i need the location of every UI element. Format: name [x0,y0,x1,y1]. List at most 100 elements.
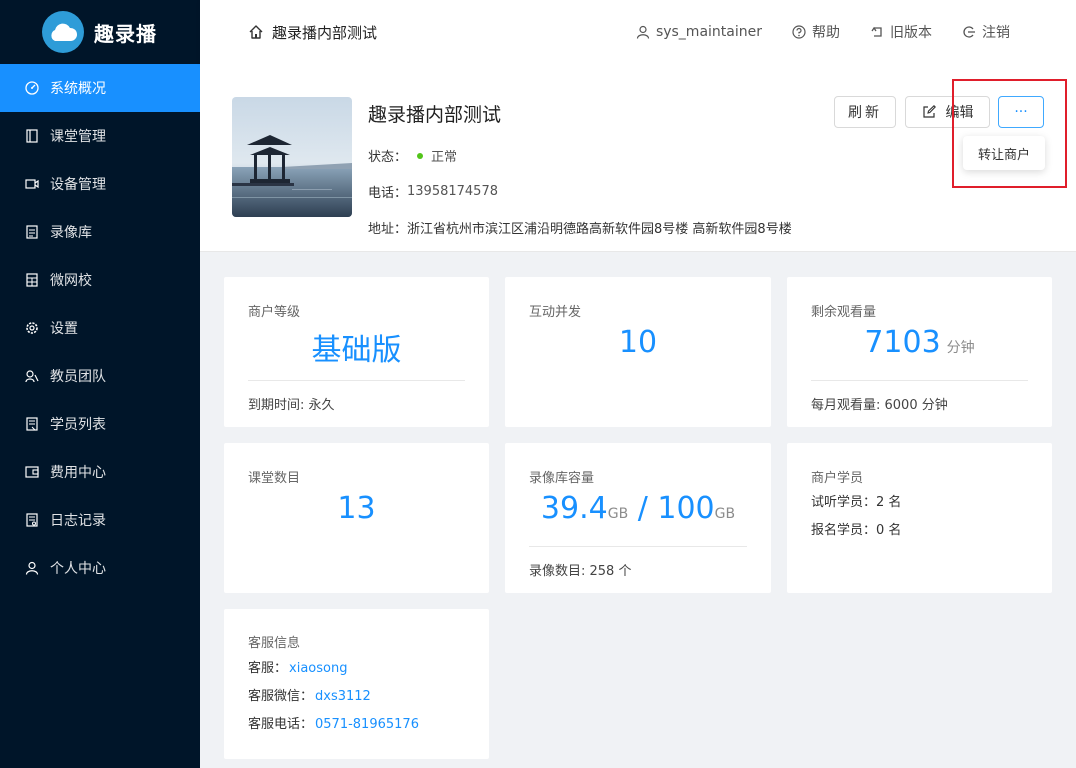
help-label: 帮助 [812,25,840,41]
service-wechat-link[interactable]: dxs3112 [315,689,371,704]
refresh-button[interactable]: 刷新 [834,96,896,128]
header-actions: sys_maintainer 帮助 旧版本 注销 [606,22,1010,42]
card-divider [811,380,1028,381]
viewing-unit: 分钟 [946,340,975,356]
book-icon [24,128,40,144]
card-concurrency: 互动并发 10 [505,277,771,427]
card-label: 互动并发 [529,305,582,320]
trial-students: 试听学员：2 名 [811,495,902,510]
sidebar-item-classroom[interactable]: 课堂管理 [0,112,200,160]
sidebar-item-label: 微网校 [50,273,92,289]
sidebar-item-label: 日志记录 [50,513,106,529]
user-icon [636,25,650,39]
more-button[interactable]: ··· [998,96,1044,128]
edit-icon [922,105,936,119]
sidebar-item-billing[interactable]: 费用中心 [0,448,200,496]
card-label: 客服信息 [248,636,301,651]
phone-value: 13958174578 [407,184,498,199]
expiry-text: 到期时间: 永久 [248,398,335,413]
classroom-count-value: 13 [337,491,376,526]
address-value: 浙江省杭州市滨江区浦沿明德路高新软件园8号楼 高新软件园8号楼 [407,222,792,237]
calculator-icon [24,272,40,288]
logout-link[interactable]: 注销 [962,22,1010,42]
page-title: 趣录播内部测试 [272,23,378,42]
recording-count-text: 录像数目: 258 个 [529,564,632,579]
sidebar-item-label: 系统概况 [50,81,106,97]
card-label: 录像库容量 [529,471,595,486]
camera-icon [24,176,40,192]
storage-used: 39.4 [540,491,608,526]
username: sys_maintainer [655,24,762,40]
merchant-status: 状态： 正常 [368,146,457,165]
service-phone: 客服电话： 0571-81965176 [248,713,419,732]
service-phone-label: 客服电话： [248,717,314,732]
sidebar-item-logs[interactable]: 日志记录 [0,496,200,544]
concurrency-value: 10 [618,325,658,360]
sidebar-item-students[interactable]: 学员列表 [0,400,200,448]
sidebar-item-label: 课堂管理 [50,129,106,145]
sidebar-item-label: 学员列表 [50,417,106,433]
user-menu[interactable]: sys_maintainer [636,24,762,40]
storage-usage: 39.4GB / 100GB [505,491,771,526]
sidebar-item-profile[interactable]: 个人中心 [0,544,200,592]
service-wechat: 客服微信： dxs3112 [248,685,371,704]
breadcrumb[interactable]: 趣录播内部测试 [248,22,377,43]
service-name: 客服： xiaosong [248,657,347,676]
user-icon [24,560,40,576]
sidebar-item-microschool[interactable]: 微网校 [0,256,200,304]
card-divider [529,546,747,547]
storage-separator: / [628,491,658,526]
status-value: 正常 [431,150,458,165]
team-icon [24,368,40,384]
more-dropdown: 转让商户 [963,136,1045,170]
help-link[interactable]: 帮助 [792,22,840,42]
rollback-icon [870,25,884,39]
enrolled-students: 报名学员：0 名 [811,523,902,538]
logout-label: 注销 [982,25,1010,41]
address-label: 地址： [368,222,408,237]
sidebar-item-label: 个人中心 [50,561,106,577]
card-label: 商户等级 [248,305,301,320]
monthly-viewing-text: 每月观看量: 6000 分钟 [811,398,948,413]
gear-icon [24,320,40,336]
brand[interactable]: 趣录播 [0,0,200,64]
home-icon [248,24,264,40]
status-label: 状态： [368,150,408,165]
cloud-logo-icon [42,11,84,53]
merchant-phone: 电话： 13958174578 [368,182,498,201]
service-wechat-label: 客服微信： [248,689,314,704]
card-classroom-count: 课堂数目 13 [224,443,489,593]
card-label: 课堂数目 [248,471,301,486]
wallet-icon [24,464,40,480]
edit-button[interactable]: 编辑 [905,96,990,128]
sidebar-item-label: 教员团队 [50,369,106,385]
question-circle-icon [792,25,806,39]
sidebar-item-devices[interactable]: 设备管理 [0,160,200,208]
sidebar-item-settings[interactable]: 设置 [0,304,200,352]
sidebar-item-team[interactable]: 教员团队 [0,352,200,400]
card-merchant-students: 商户学员 试听学员：2 名 报名学员：0 名 [787,443,1052,593]
merchant-name: 趣录播内部测试 [368,104,502,126]
old-version-label: 旧版本 [890,25,932,41]
sidebar-item-recordings[interactable]: 录像库 [0,208,200,256]
old-version-link[interactable]: 旧版本 [870,22,932,42]
service-name-link[interactable]: xiaosong [289,661,347,676]
service-name-label: 客服： [248,661,288,676]
sidebar-item-label: 录像库 [50,225,92,241]
sidebar: 趣录播 系统概况 课堂管理 设备管理 录像库 微网校 设置 教员团队 学员列表 … [0,0,200,768]
file-list-icon [24,224,40,240]
sidebar-item-label: 费用中心 [50,465,106,481]
sidebar-item-overview[interactable]: 系统概况 [0,64,200,112]
storage-used-unit: GB [607,506,629,522]
remaining-viewing-value: 7103 [864,325,941,360]
logout-icon [962,25,976,39]
merchant-photo [232,97,352,217]
service-phone-link[interactable]: 0571-81965176 [315,717,419,732]
remaining-viewing: 7103 分钟 [787,325,1052,360]
card-label: 商户学员 [811,471,864,486]
brand-name: 趣录播 [94,21,157,46]
phone-label: 电话： [368,186,408,201]
sidebar-item-label: 设备管理 [50,177,106,193]
sidebar-menu: 系统概况 课堂管理 设备管理 录像库 微网校 设置 教员团队 学员列表 费用中心… [0,64,200,592]
transfer-merchant-item[interactable]: 转让商户 [963,136,1045,170]
